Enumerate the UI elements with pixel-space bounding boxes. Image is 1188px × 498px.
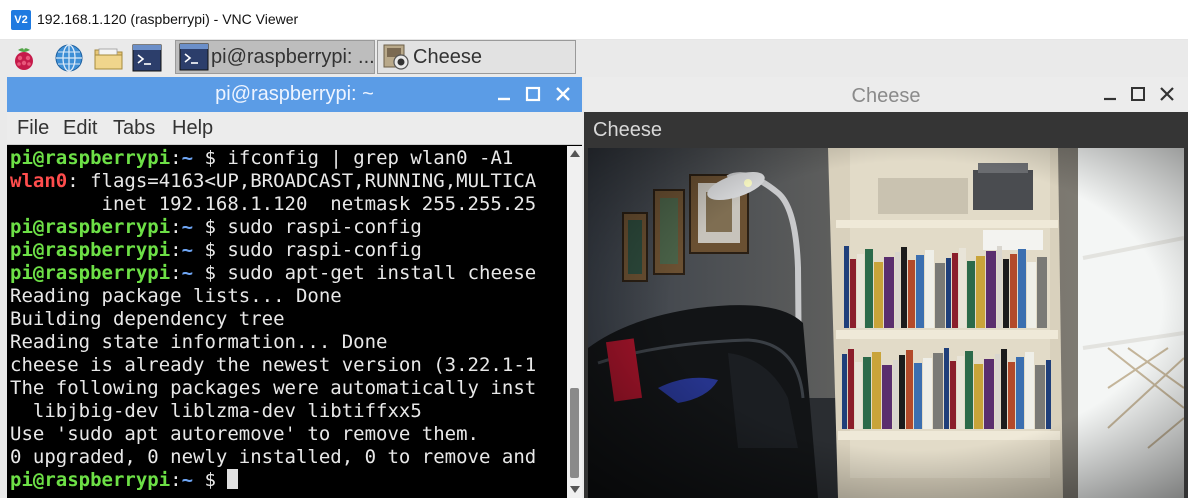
minimize-icon <box>1104 97 1116 101</box>
cheese-window: Cheese Cheese <box>584 77 1188 498</box>
output-text: inet 192.168.1.120 netmask 255.255.25 <box>10 193 537 215</box>
prompt-separator: : <box>170 469 182 491</box>
raspberry-menu-icon[interactable] <box>8 42 40 74</box>
terminal-command: $ sudo raspi-config <box>193 216 422 238</box>
scroll-up-icon[interactable] <box>570 150 580 157</box>
prompt-user: pi@raspberrypi <box>10 239 171 261</box>
menu-edit[interactable]: Edit <box>63 117 97 140</box>
cheese-title-bar[interactable]: Cheese <box>584 77 1188 112</box>
minimize-icon <box>498 97 510 101</box>
terminal-command: $ sudo raspi-config <box>193 239 422 261</box>
prompt-path: ~ <box>181 147 194 169</box>
cheese-header-title: Cheese <box>593 119 662 141</box>
terminal-command: $ <box>193 469 228 491</box>
taskbar-button-cheese[interactable]: Cheese <box>377 40 576 74</box>
taskbar-button-label: pi@raspberrypi: ... <box>211 45 375 68</box>
terminal-prompt-line: pi@raspberrypi:~ $ ifconfig | grep wlan0… <box>10 147 513 170</box>
terminal-output-line: Building dependency tree <box>10 308 285 331</box>
taskbar-button-terminal[interactable]: pi@raspberrypi: ... <box>175 40 375 74</box>
cheese-header-bar: Cheese <box>584 112 1188 148</box>
vnc-logo-icon: V2 <box>11 10 31 30</box>
terminal-prompt-line: pi@raspberrypi:~ $ sudo raspi-config <box>10 216 422 239</box>
terminal-output-line: The following packages were automaticall… <box>10 377 536 400</box>
output-text: libjbig-dev liblzma-dev libtiffxx5 <box>10 400 422 422</box>
terminal-output-line: cheese is already the newest version (3.… <box>10 354 536 377</box>
prompt-separator: : <box>170 216 182 238</box>
terminal-output-line: wlan0: flags=4163<UP,BROADCAST,RUNNING,M… <box>10 170 536 193</box>
prompt-separator: : <box>170 239 182 261</box>
terminal-command: $ sudo apt-get install cheese <box>193 262 537 284</box>
close-button[interactable] <box>1155 81 1179 107</box>
terminal-prompt-line: pi@raspberrypi:~ $ sudo raspi-config <box>10 239 422 262</box>
terminal-output[interactable]: pi@raspberrypi:~ $ ifconfig | grep wlan0… <box>7 146 567 498</box>
terminal-output-line: inet 192.168.1.120 netmask 255.255.25 <box>10 193 537 216</box>
prompt-separator: : <box>170 262 182 284</box>
terminal-output-line: Reading state information... Done <box>10 331 388 354</box>
prompt-path: ~ <box>181 216 194 238</box>
scrollbar-thumb[interactable] <box>570 388 579 478</box>
globe-icon[interactable] <box>53 42 85 74</box>
menu-tabs[interactable]: Tabs <box>113 117 155 140</box>
close-button[interactable] <box>551 81 575 107</box>
terminal-window: pi@raspberrypi: ~ File Edit Tabs Help pi… <box>7 77 582 498</box>
maximize-button[interactable] <box>1126 81 1150 107</box>
text-cursor <box>227 469 239 489</box>
interface-flags: : flags=4163<UP,BROADCAST,RUNNING,MULTIC… <box>67 170 537 192</box>
prompt-user: pi@raspberrypi <box>10 216 171 238</box>
terminal-title-bar[interactable]: pi@raspberrypi: ~ <box>7 77 582 112</box>
terminal-command: $ ifconfig | grep wlan0 -A1 <box>193 147 514 169</box>
terminal-output-line: Use 'sudo apt autoremove' to remove them… <box>10 423 479 446</box>
maximize-icon <box>525 86 541 102</box>
prompt-path: ~ <box>181 469 194 491</box>
maximize-icon <box>1131 87 1145 101</box>
terminal-icon[interactable] <box>131 42 163 74</box>
folder-icon[interactable] <box>93 42 125 74</box>
minimize-button[interactable] <box>1098 81 1122 107</box>
prompt-separator: : <box>170 147 182 169</box>
output-text: Building dependency tree <box>10 308 285 330</box>
scroll-down-icon[interactable] <box>570 486 580 493</box>
webcam-preview <box>588 148 1184 498</box>
output-text: Use 'sudo apt autoremove' to remove them… <box>10 423 479 445</box>
interface-name: wlan0 <box>10 170 68 192</box>
menu-help[interactable]: Help <box>172 117 213 140</box>
webcam-icon <box>381 42 411 72</box>
vnc-title-bar: V2 192.168.1.120 (raspberrypi) - VNC Vie… <box>0 0 1188 40</box>
prompt-path: ~ <box>181 239 194 261</box>
output-text: Reading state information... Done <box>10 331 388 353</box>
taskbar-button-label: Cheese <box>413 45 482 68</box>
close-icon <box>1160 87 1174 101</box>
prompt-user: pi@raspberrypi <box>10 262 171 284</box>
terminal-output-line: Reading package lists... Done <box>10 285 342 308</box>
vnc-window-title: 192.168.1.120 (raspberrypi) - VNC Viewer <box>37 11 299 27</box>
minimize-button[interactable] <box>492 81 516 107</box>
terminal-scrollbar[interactable] <box>567 146 582 498</box>
output-text: cheese is already the newest version (3.… <box>10 354 537 376</box>
menu-file[interactable]: File <box>17 117 49 140</box>
taskbar: pi@raspberrypi: ... Cheese <box>0 40 1188 76</box>
prompt-path: ~ <box>181 262 194 284</box>
output-text: 0 upgraded, 0 newly installed, 0 to remo… <box>10 446 537 468</box>
terminal-menu-bar: File Edit Tabs Help <box>7 112 582 145</box>
terminal-prompt-line: pi@raspberrypi:~ $ <box>10 469 239 492</box>
terminal-prompt-line: pi@raspberrypi:~ $ sudo apt-get install … <box>10 262 536 285</box>
terminal-output-line: 0 upgraded, 0 newly installed, 0 to remo… <box>10 446 536 469</box>
prompt-user: pi@raspberrypi <box>10 147 171 169</box>
close-icon <box>556 87 570 101</box>
maximize-button[interactable] <box>521 81 545 107</box>
output-text: Reading package lists... Done <box>10 285 342 307</box>
output-text: The following packages were automaticall… <box>10 377 537 399</box>
terminal-icon <box>179 42 209 72</box>
terminal-output-line: libjbig-dev liblzma-dev libtiffxx5 <box>10 400 422 423</box>
prompt-user: pi@raspberrypi <box>10 469 171 491</box>
